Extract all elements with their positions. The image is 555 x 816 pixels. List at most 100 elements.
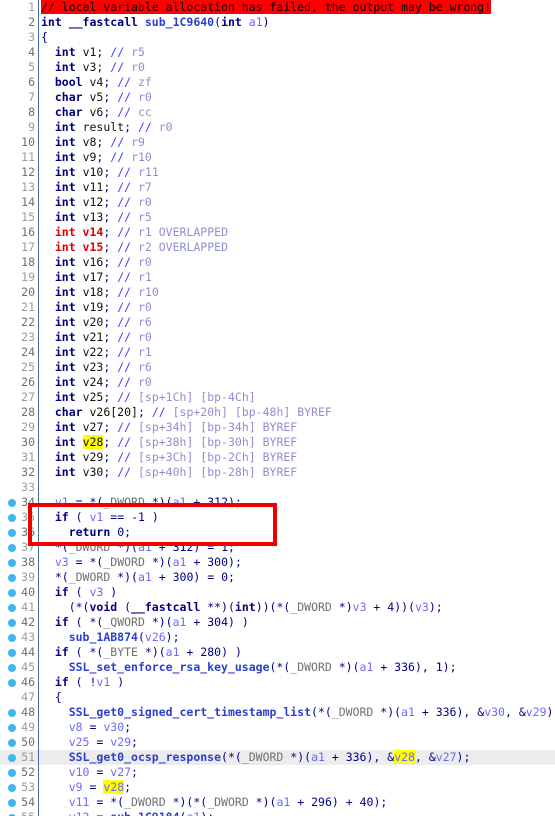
code-line-text[interactable]: int v19; // r0 [41,300,152,315]
code-line[interactable]: 6 bool v4; // zf [0,75,555,90]
code-line-text[interactable]: return 0; [41,525,131,540]
code-line[interactable]: 4 int v1; // r5 [0,45,555,60]
code-line-text[interactable]: int v23; // r6 [41,360,152,375]
code-line-text[interactable]: if ( !v1 ) [41,675,124,690]
code-line-text[interactable]: int v21; // r0 [41,330,152,345]
code-line[interactable]: 52 v10 = v27; [0,765,555,780]
code-line-text[interactable]: char v5; // r0 [41,90,152,105]
code-line-text[interactable]: *(_DWORD *)(a1 + 300) = 0; [41,570,235,585]
code-line[interactable]: 16 int v14; // r1 OVERLAPPED [0,225,555,240]
code-line[interactable]: 53 v9 = v28; [0,780,555,795]
code-line-text[interactable]: v3 = *(_DWORD *)(a1 + 300); [41,555,242,570]
code-line-text[interactable]: int v14; // r1 OVERLAPPED [41,225,228,240]
code-line-text[interactable]: { [41,690,62,705]
code-line[interactable]: 38 v3 = *(_DWORD *)(a1 + 300); [0,555,555,570]
code-line[interactable]: 12 int v10; // r11 [0,165,555,180]
code-line[interactable]: 54 v11 = *(_DWORD *)(*(_DWORD *)(a1 + 29… [0,795,555,810]
code-line-text[interactable]: if ( *(_QWORD *)(a1 + 304) ) [41,615,249,630]
code-line[interactable]: 55 v12 = sub_1C9184(a1); [0,810,555,816]
code-line[interactable]: 27 int v25; // [sp+1Ch] [bp-4Ch] [0,390,555,405]
code-line-text[interactable]: char v6; // cc [41,105,152,120]
code-line-text[interactable]: int v3; // r0 [41,60,145,75]
code-line[interactable]: 29 int v27; // [sp+34h] [bp-34h] BYREF [0,420,555,435]
code-line-text[interactable]: char v26[20]; // [sp+20h] [bp-48h] BYREF [41,405,332,420]
code-line[interactable]: 18 int v16; // r0 [0,255,555,270]
code-line-text[interactable]: SSL_get0_signed_cert_timestamp_list(*(_D… [41,705,555,720]
code-line-text[interactable]: int v17; // r1 [41,270,152,285]
code-line-text[interactable]: int v10; // r11 [41,165,159,180]
code-line-text[interactable]: int v1; // r5 [41,45,145,60]
code-line-text[interactable]: int v22; // r1 [41,345,152,360]
code-line[interactable]: 8 char v6; // cc [0,105,555,120]
code-line-text[interactable]: SSL_get0_ocsp_response(*(_DWORD *)(a1 + … [41,750,470,765]
code-line-text[interactable]: int v13; // r5 [41,210,152,225]
code-line-text[interactable]: SSL_set_enforce_rsa_key_usage(*(_DWORD *… [41,660,457,675]
code-line-text[interactable]: // local variable allocation has failed,… [41,0,492,15]
code-line-text[interactable]: int v25; // [sp+1Ch] [bp-4Ch] [41,390,256,405]
code-line-text[interactable]: int v18; // r10 [41,285,159,300]
code-line-text[interactable]: int v8; // r9 [41,135,145,150]
code-line-text[interactable]: int v12; // r0 [41,195,152,210]
code-line[interactable]: 36 return 0; [0,525,555,540]
code-line[interactable]: 20 int v18; // r10 [0,285,555,300]
code-line-text[interactable]: v25 = v29; [41,735,138,750]
code-line-text[interactable]: if ( v3 ) [41,585,117,600]
code-line-text[interactable]: int result; // r0 [41,120,173,135]
code-line[interactable]: 47 { [0,690,555,705]
code-line-text[interactable]: int __fastcall sub_1C9640(int a1) [41,15,270,30]
code-line[interactable]: 19 int v17; // r1 [0,270,555,285]
code-line[interactable]: 35 if ( v1 == -1 ) [0,510,555,525]
code-line[interactable]: 22 int v20; // r6 [0,315,555,330]
code-line[interactable]: 9 int result; // r0 [0,120,555,135]
code-line-text[interactable]: int v16; // r0 [41,255,152,270]
code-line[interactable]: 23 int v21; // r0 [0,330,555,345]
code-line[interactable]: 32 int v30; // [sp+40h] [bp-28h] BYREF [0,465,555,480]
code-line[interactable]: 10 int v8; // r9 [0,135,555,150]
code-line[interactable]: 45 SSL_set_enforce_rsa_key_usage(*(_DWOR… [0,660,555,675]
code-line[interactable]: 28 char v26[20]; // [sp+20h] [bp-48h] BY… [0,405,555,420]
code-line-text[interactable]: if ( v1 == -1 ) [41,510,159,525]
code-line[interactable]: 11 int v9; // r10 [0,150,555,165]
code-line[interactable]: 3{ [0,30,555,45]
code-line[interactable]: 51 SSL_get0_ocsp_response(*(_DWORD *)(a1… [0,750,555,765]
code-line[interactable]: 2 int __fastcall sub_1C9640(int a1) [0,15,555,30]
code-line[interactable]: 24 int v22; // r1 [0,345,555,360]
code-line-text[interactable]: v10 = v27; [41,765,138,780]
code-line[interactable]: 31 int v29; // [sp+3Ch] [bp-2Ch] BYREF [0,450,555,465]
code-line[interactable]: 33 [0,480,555,495]
code-line[interactable]: 34 v1 = *(_DWORD *)(a1 + 312); [0,495,555,510]
code-line[interactable]: 41 (*(void (__fastcall **)(int))(*(_DWOR… [0,600,555,615]
code-line[interactable]: 21 int v19; // r0 [0,300,555,315]
code-line-text[interactable]: v11 = *(_DWORD *)(*(_DWORD *)(a1 + 296) … [41,795,388,810]
code-line[interactable]: 40 if ( v3 ) [0,585,555,600]
code-line[interactable]: 14 int v12; // r0 [0,195,555,210]
code-line[interactable]: 30 int v28; // [sp+38h] [bp-30h] BYREF [0,435,555,450]
code-line[interactable]: 50 v25 = v29; [0,735,555,750]
code-line[interactable]: 37 *(_DWORD *)(a1 + 312) = 1; [0,540,555,555]
code-line-text[interactable]: int v30; // [sp+40h] [bp-28h] BYREF [41,465,297,480]
code-line[interactable]: 49 v8 = v30; [0,720,555,735]
code-line-text[interactable]: int v11; // r7 [41,180,152,195]
code-line[interactable]: 25 int v23; // r6 [0,360,555,375]
code-line-text[interactable]: v12 = sub_1C9184(a1); [41,810,214,816]
code-line[interactable]: 7 char v5; // r0 [0,90,555,105]
code-line-text[interactable]: int v29; // [sp+3Ch] [bp-2Ch] BYREF [41,450,297,465]
code-line[interactable]: 15 int v13; // r5 [0,210,555,225]
pseudocode-code-area[interactable]: 1 // local variable allocation has failed… [0,0,555,816]
code-line[interactable]: 13 int v11; // r7 [0,180,555,195]
code-line-text[interactable]: int v15; // r2 OVERLAPPED [41,240,228,255]
code-line-text[interactable]: sub_1AB874(v26); [41,630,180,645]
code-line[interactable]: 17 int v15; // r2 OVERLAPPED [0,240,555,255]
code-line[interactable]: 48 SSL_get0_signed_cert_timestamp_list(*… [0,705,555,720]
code-line-text[interactable]: (*(void (__fastcall **)(int))(*(_DWORD *… [41,600,443,615]
code-line[interactable]: 5 int v3; // r0 [0,60,555,75]
code-line-text[interactable]: v8 = v30; [41,720,131,735]
code-line-text[interactable]: v9 = v28; [41,780,131,795]
code-line-text[interactable]: *(_DWORD *)(a1 + 312) = 1; [41,540,235,555]
code-line[interactable]: 42 if ( *(_QWORD *)(a1 + 304) ) [0,615,555,630]
code-line-text[interactable]: int v28; // [sp+38h] [bp-30h] BYREF [41,435,297,450]
code-line-text[interactable]: int v27; // [sp+34h] [bp-34h] BYREF [41,420,297,435]
code-line[interactable]: 39 *(_DWORD *)(a1 + 300) = 0; [0,570,555,585]
code-line-text[interactable]: { [41,30,48,45]
code-line-text[interactable]: int v9; // r10 [41,150,152,165]
